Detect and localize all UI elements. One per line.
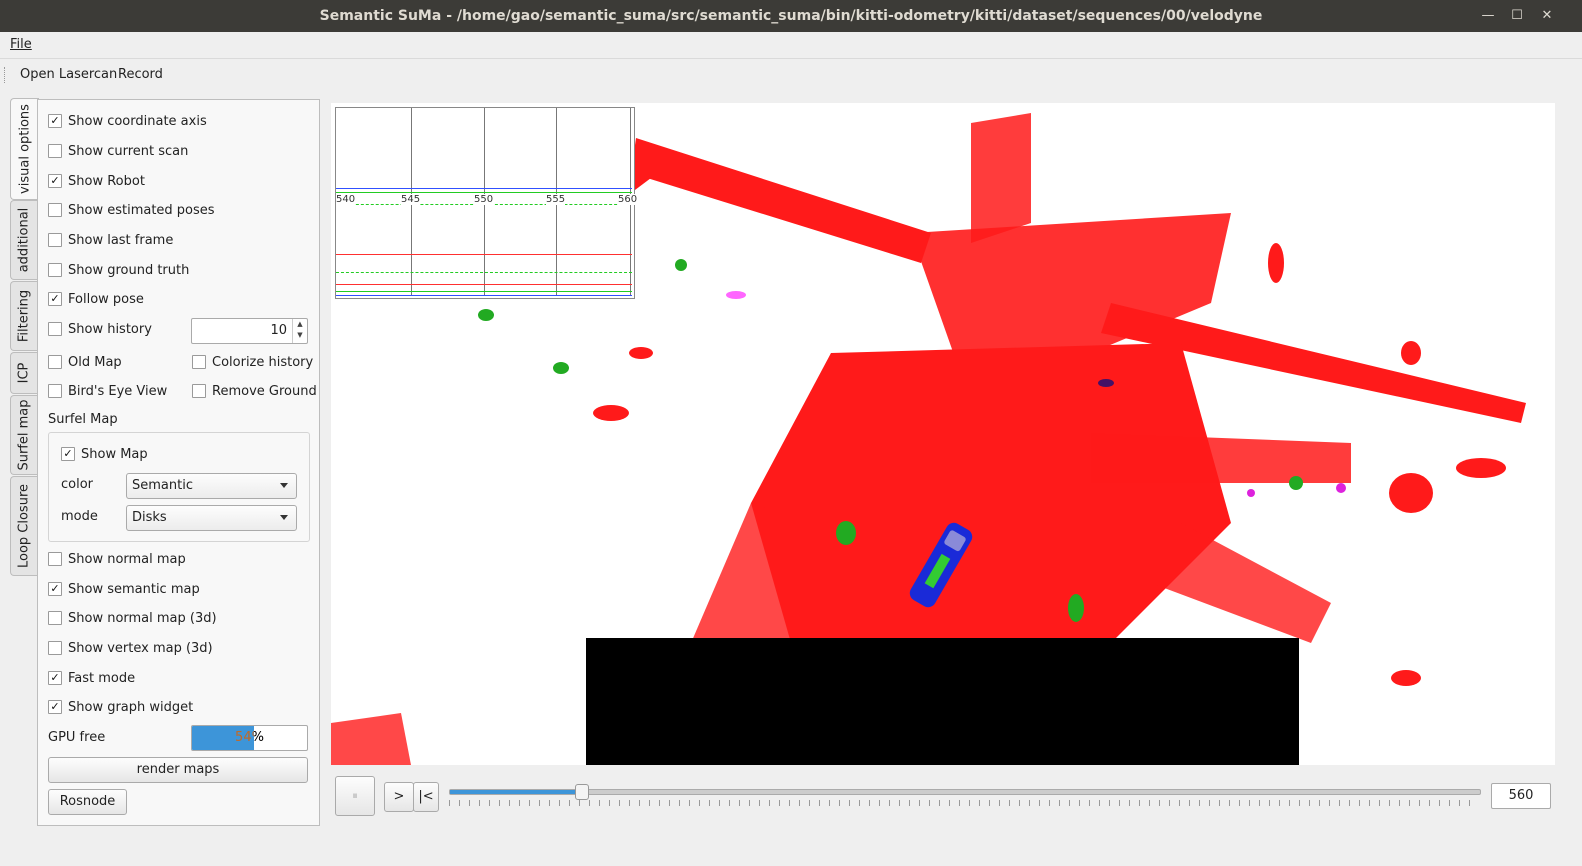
- frame-slider[interactable]: [449, 784, 1481, 800]
- checkbox-icon: ✓: [48, 291, 62, 306]
- close-button[interactable]: ✕: [1537, 6, 1557, 26]
- graph-tick-label: 545: [401, 194, 421, 205]
- surfel-map-group: ✓ Show Map color Semantic mode Disks: [48, 432, 310, 542]
- tab-filtering[interactable]: Filtering: [10, 281, 37, 351]
- tab-loop-closure[interactable]: Loop Closure: [10, 476, 37, 576]
- gpu-free-label: GPU free: [48, 730, 106, 745]
- follow-pose-checkbox[interactable]: ✓ Follow pose: [48, 290, 144, 310]
- mode-select-value: Disks: [132, 510, 167, 525]
- menu-file[interactable]: File: [10, 37, 32, 52]
- record-button[interactable]: Record: [118, 67, 163, 82]
- checkbox-icon: ✓: [48, 670, 62, 685]
- checkbox-icon: ✓: [61, 446, 75, 461]
- mode-label: mode: [61, 509, 98, 524]
- checkbox-icon: [48, 551, 62, 566]
- tab-visual-options[interactable]: visual options: [10, 98, 39, 200]
- minimize-button[interactable]: —: [1478, 6, 1498, 26]
- gpu-free-progress: 54%: [191, 725, 308, 751]
- checkbox-icon: [48, 202, 62, 217]
- checkbox-icon: ✓: [48, 581, 62, 596]
- graph-tick-label: 555: [546, 194, 566, 205]
- checkbox-icon: ✓: [48, 113, 62, 128]
- checkbox-icon: [192, 354, 206, 369]
- mode-select[interactable]: Disks: [126, 505, 297, 531]
- checkbox-icon: [48, 354, 62, 369]
- old-map-checkbox[interactable]: Old Map: [48, 353, 122, 373]
- checkbox-icon: [48, 640, 62, 655]
- history-value: 10: [270, 323, 287, 338]
- maximize-button[interactable]: ☐: [1507, 6, 1527, 26]
- show-vertex-map-3d-checkbox[interactable]: Show vertex map (3d): [48, 639, 213, 659]
- render-maps-button[interactable]: render maps: [48, 757, 308, 783]
- color-label: color: [61, 477, 94, 492]
- checkbox-icon: [48, 232, 62, 247]
- tab-icp[interactable]: ICP: [10, 352, 37, 394]
- reset-button[interactable]: |<: [413, 782, 439, 812]
- checkbox-icon: ✓: [48, 173, 62, 188]
- birds-eye-view-checkbox[interactable]: Bird's Eye View: [48, 382, 167, 402]
- surfel-map-title: Surfel Map: [48, 412, 118, 427]
- tab-surfel-map[interactable]: Surfel map: [10, 395, 37, 475]
- show-map-checkbox[interactable]: ✓ Show Map: [61, 445, 148, 465]
- color-select-value: Semantic: [132, 478, 193, 493]
- show-robot-checkbox[interactable]: ✓ Show Robot: [48, 172, 145, 192]
- graph-tick-label: 540: [336, 194, 356, 205]
- toolbar-grip[interactable]: [4, 67, 7, 83]
- history-spinbox[interactable]: 10 ▲ ▼: [191, 318, 308, 344]
- show-current-scan-checkbox[interactable]: Show current scan: [48, 142, 188, 162]
- pause-button[interactable]: ⏸: [335, 776, 375, 816]
- step-forward-button[interactable]: >: [384, 782, 414, 812]
- toolbar: Open Lasercan Record: [0, 58, 1582, 91]
- gpu-free-progress-text: 54%: [235, 730, 264, 745]
- frame-number-field[interactable]: 560: [1491, 783, 1551, 809]
- tab-additional[interactable]: additional: [10, 200, 37, 280]
- show-normal-map-3d-checkbox[interactable]: Show normal map (3d): [48, 609, 217, 629]
- colorize-history-checkbox[interactable]: Colorize history: [192, 353, 313, 373]
- color-select[interactable]: Semantic: [126, 473, 297, 499]
- chevron-down-icon: [280, 483, 288, 488]
- window-title: Semantic SuMa - /home/gao/semantic_suma/…: [319, 8, 1263, 24]
- open-lasercan-button[interactable]: Open Lasercan: [20, 67, 117, 82]
- checkbox-icon: [48, 262, 62, 277]
- show-semantic-map-checkbox[interactable]: ✓ Show semantic map: [48, 580, 200, 600]
- graph-widget: 540 545 550 555 560: [335, 107, 638, 299]
- show-ground-truth-checkbox[interactable]: Show ground truth: [48, 261, 189, 281]
- frame-slider-ticks: [449, 800, 1479, 806]
- checkbox-icon: [48, 383, 62, 398]
- camera-image: [586, 638, 1299, 765]
- show-estimated-poses-checkbox[interactable]: Show estimated poses: [48, 201, 215, 221]
- show-last-frame-checkbox[interactable]: Show last frame: [48, 231, 173, 251]
- show-coordinate-axis-checkbox[interactable]: ✓ Show coordinate axis: [48, 112, 207, 132]
- remove-ground-checkbox[interactable]: Remove Ground: [192, 382, 317, 402]
- playback-bar: ⏸ > |< 560: [331, 772, 1555, 822]
- frame-slider-fill: [450, 790, 581, 794]
- checkbox-icon: [48, 321, 62, 336]
- rosnode-button[interactable]: Rosnode: [48, 789, 127, 815]
- map-viewport[interactable]: 540 545 550 555 560: [331, 103, 1555, 765]
- show-normal-map-checkbox[interactable]: Show normal map: [48, 550, 186, 570]
- fast-mode-checkbox[interactable]: ✓ Fast mode: [48, 669, 135, 689]
- frame-slider-handle[interactable]: [574, 784, 589, 800]
- graph-tick-label: 560: [618, 194, 638, 205]
- menubar: File: [0, 32, 1582, 58]
- checkbox-icon: ✓: [48, 699, 62, 714]
- show-graph-widget-checkbox[interactable]: ✓ Show graph widget: [48, 698, 193, 718]
- visual-options-panel: ✓ Show coordinate axis Show current scan …: [37, 99, 320, 826]
- checkbox-icon: [192, 383, 206, 398]
- checkbox-icon: [48, 143, 62, 158]
- spin-arrows-icon[interactable]: ▲ ▼: [292, 319, 307, 343]
- checkbox-icon: [48, 610, 62, 625]
- window-titlebar: Semantic SuMa - /home/gao/semantic_suma/…: [0, 0, 1582, 32]
- show-history-checkbox[interactable]: Show history: [48, 320, 152, 340]
- graph-tick-label: 550: [474, 194, 494, 205]
- chevron-down-icon: [280, 515, 288, 520]
